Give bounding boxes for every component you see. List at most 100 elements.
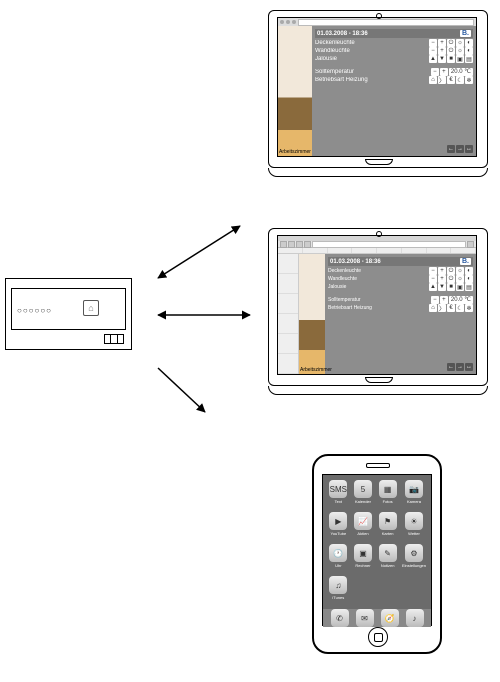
arrow-to-phone <box>150 362 220 424</box>
app-icon[interactable]: ▶YouTube <box>328 512 349 540</box>
control-button[interactable]: ▲ <box>429 283 437 291</box>
arrow-to-laptop-1 <box>150 218 250 290</box>
control-button[interactable]: ▤ <box>465 55 473 63</box>
app-icon[interactable]: SMSText <box>328 480 349 508</box>
control-button[interactable]: 〉 <box>438 76 446 84</box>
control-button[interactable]: + <box>438 47 446 55</box>
control-button[interactable]: − <box>431 68 439 76</box>
control-button[interactable]: ⌂ <box>429 76 437 84</box>
control-app: Arbeitszimmer 01.03.2008 - 18:36 B. Deck… <box>278 18 476 156</box>
control-button[interactable]: − <box>429 267 437 275</box>
app-icon[interactable]: ✎Notizen <box>377 544 398 572</box>
laptop-1: Arbeitszimmer 01.03.2008 - 18:36 B. Deck… <box>268 10 488 177</box>
control-button[interactable]: ▣ <box>456 55 464 63</box>
app-icon <box>402 576 426 604</box>
control-button[interactable]: ◐ <box>465 267 473 275</box>
url-field[interactable] <box>312 241 466 248</box>
control-button[interactable]: € <box>447 76 455 84</box>
brand-logo: B. <box>460 30 471 37</box>
control-button[interactable]: ☾ <box>456 304 464 312</box>
laptop-2: Arbeitszimmer 01.03.2008 - 18:36 B. Deck… <box>268 228 488 395</box>
app-icon[interactable]: ♫iTunes <box>328 576 349 604</box>
control-row: Deckenleuchte−+⏻☼◐ <box>328 267 473 275</box>
control-button[interactable]: ☼ <box>456 267 464 275</box>
control-button[interactable]: ▣ <box>456 283 464 291</box>
app-icon[interactable]: 5Kalender <box>353 480 374 508</box>
control-button[interactable]: ⏻ <box>447 267 455 275</box>
control-button[interactable]: ❄ <box>465 304 473 312</box>
control-button[interactable]: − <box>429 275 437 283</box>
control-button[interactable]: − <box>429 47 437 55</box>
control-button[interactable]: 〉 <box>438 304 446 312</box>
control-row: Solltemperatur−+20.0 ℃ <box>328 296 473 304</box>
control-button[interactable]: ▤ <box>465 283 473 291</box>
nav-buttons: ←→↔ <box>328 363 473 371</box>
dock-app-icon[interactable]: ♪ <box>406 609 424 627</box>
phone-dock: ✆ ✉ 🧭 ♪ <box>323 609 431 627</box>
control-button[interactable]: ⌂ <box>429 304 437 312</box>
nav-button[interactable]: ← <box>447 145 455 153</box>
control-button[interactable]: ☾ <box>456 76 464 84</box>
control-row: Jalousie▲▼■▣▤ <box>328 283 473 291</box>
control-button[interactable]: ⏻ <box>447 275 455 283</box>
nav-button[interactable]: ↔ <box>465 363 473 371</box>
dock-app-icon[interactable]: 🧭 <box>381 609 399 627</box>
control-button[interactable]: ◐ <box>465 47 473 55</box>
control-button[interactable]: ■ <box>447 283 455 291</box>
control-app-in-browser: Arbeitszimmer 01.03.2008 - 18:36 B. Deck… <box>299 254 476 374</box>
control-button[interactable]: € <box>447 304 455 312</box>
control-button[interactable]: + <box>438 275 446 283</box>
control-button[interactable]: ☼ <box>456 47 464 55</box>
diagram-stage: ○○○○○○ ⌂ Arbeitszimmer <box>0 0 500 682</box>
home-button[interactable] <box>368 627 388 647</box>
control-button[interactable]: − <box>431 296 439 304</box>
control-button[interactable]: ▼ <box>438 55 446 63</box>
app-icon[interactable]: ▦Fotos <box>377 480 398 508</box>
control-button[interactable]: ■ <box>447 55 455 63</box>
address-bar[interactable] <box>298 19 474 26</box>
control-button[interactable]: + <box>438 267 446 275</box>
control-button[interactable]: ❄ <box>465 76 473 84</box>
control-row: Betriebsart Heizung⌂〉€☾❄ <box>328 304 473 312</box>
room-caption: Arbeitszimmer <box>278 148 312 156</box>
control-button[interactable]: ☼ <box>456 39 464 47</box>
control-button[interactable]: ◐ <box>465 39 473 47</box>
app-icon[interactable]: 📷Kamera <box>402 480 426 508</box>
nav-button[interactable]: → <box>456 145 464 153</box>
window-titlebar <box>278 18 476 26</box>
home-icon: ⌂ <box>83 300 99 316</box>
control-button[interactable]: ⏻ <box>447 39 455 47</box>
earpiece <box>366 463 390 468</box>
temperature-value: 20.0 ℃ <box>449 68 473 76</box>
control-button[interactable]: ◐ <box>465 275 473 283</box>
browser-sidebar <box>278 254 299 374</box>
control-button[interactable]: + <box>438 39 446 47</box>
control-button[interactable]: ▲ <box>429 55 437 63</box>
app-icon[interactable]: ▣Rechner <box>353 544 374 572</box>
control-button[interactable]: ▼ <box>438 283 446 291</box>
control-button[interactable]: − <box>429 39 437 47</box>
nav-button[interactable]: → <box>456 363 464 371</box>
row-label: Deckenleuchte <box>328 268 427 274</box>
control-button[interactable]: ☼ <box>456 275 464 283</box>
nav-button[interactable]: ← <box>447 363 455 371</box>
app-icon[interactable]: ⚑Karten <box>377 512 398 540</box>
controller-module: ○○○○○○ ⌂ <box>5 278 130 348</box>
app-icon[interactable]: ☀Wetter <box>402 512 426 540</box>
app-icon[interactable]: 📈Aktien <box>353 512 374 540</box>
dock-app-icon[interactable]: ✉ <box>356 609 374 627</box>
control-button[interactable]: ⏻ <box>447 47 455 55</box>
control-row: Jalousie▲▼■▣▤ <box>315 55 473 63</box>
row-label: Betriebsart Heizung <box>315 77 427 83</box>
room-thumbnail: Arbeitszimmer <box>278 26 312 156</box>
phone-screen: SMSText5Kalender▦Fotos📷Kamera ▶YouTube📈Ak… <box>322 474 432 626</box>
row-label: Betriebsart Heizung <box>328 305 427 311</box>
status-leds: ○○○○○○ <box>17 306 52 315</box>
row-label: Solltemperatur <box>328 297 429 303</box>
app-icon[interactable]: ⚙Einstellungen <box>402 544 426 572</box>
app-icon[interactable]: 🕐Uhr <box>328 544 349 572</box>
webcam-icon <box>376 231 382 237</box>
dock-app-icon[interactable]: ✆ <box>331 609 349 627</box>
room-thumbnail: Arbeitszimmer <box>299 254 325 374</box>
nav-button[interactable]: ↔ <box>465 145 473 153</box>
